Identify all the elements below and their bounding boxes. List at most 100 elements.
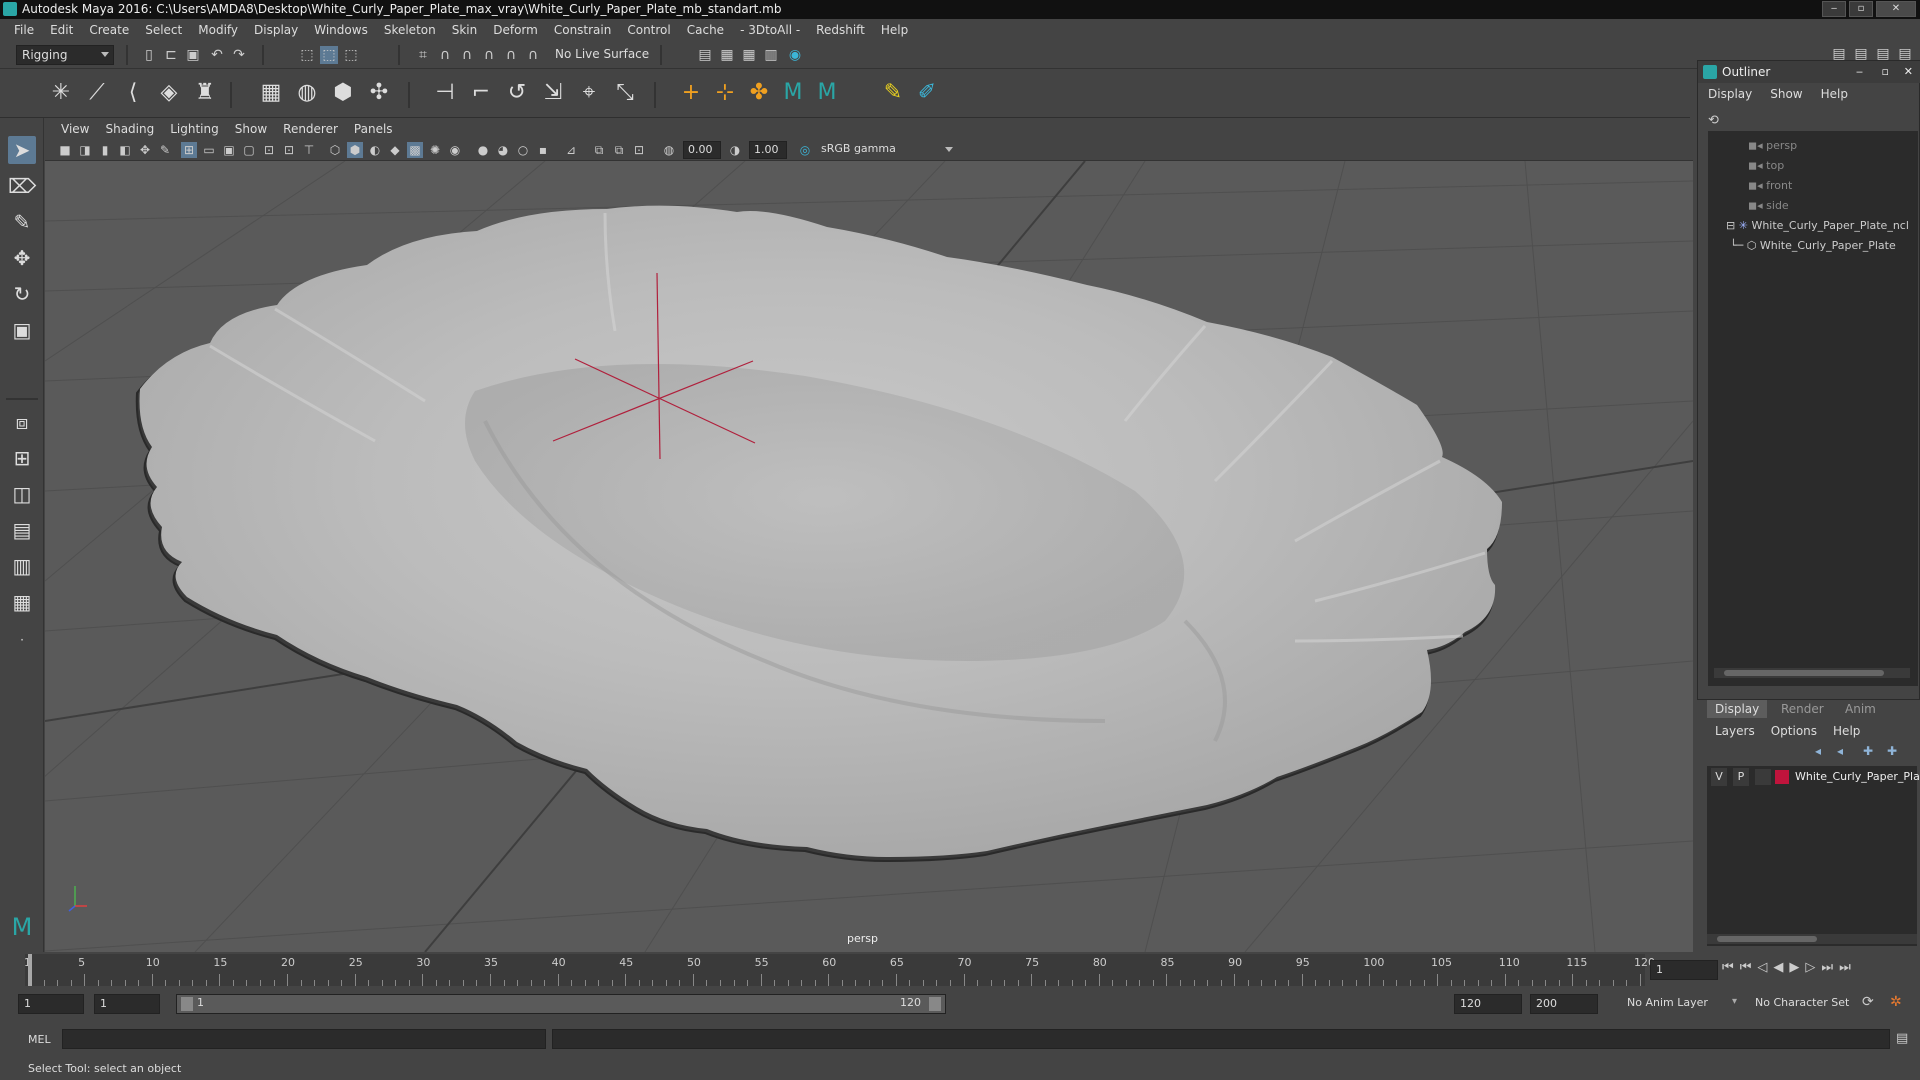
redo-icon[interactable]: ↷: [230, 46, 248, 64]
camera-attributes-icon[interactable]: ◨: [77, 142, 93, 158]
outliner-menu-help[interactable]: Help: [1821, 87, 1866, 105]
outliner-item-top[interactable]: ◼◂ top: [1748, 157, 1784, 175]
menu-redshift[interactable]: Redshift: [808, 19, 873, 41]
move-tool-icon[interactable]: ✥: [8, 244, 36, 272]
gate-mask-icon[interactable]: ▢: [241, 142, 257, 158]
safe-action-icon[interactable]: ⊡: [281, 142, 297, 158]
xray-icon[interactable]: ⊿: [563, 142, 579, 158]
joint-tool-icon[interactable]: ✳: [46, 78, 76, 108]
outliner-item-front[interactable]: ◼◂ front: [1748, 177, 1792, 195]
layer-menu-options[interactable]: Options: [1771, 724, 1817, 738]
wireframe-icon[interactable]: ⬡: [327, 142, 343, 158]
chevron-down-icon[interactable]: ▾: [1732, 996, 1737, 1007]
preferences-icon[interactable]: ✲: [1890, 994, 1902, 1010]
gamma-icon[interactable]: ◑: [727, 142, 743, 158]
snap-view-icon[interactable]: ∩: [480, 46, 498, 64]
constraint-aim-icon[interactable]: ⌖: [574, 78, 604, 108]
safe-title-icon[interactable]: ⊤: [301, 142, 317, 158]
menu-constrain[interactable]: Constrain: [546, 19, 620, 41]
menu-file[interactable]: File: [6, 19, 42, 41]
image-plane-icon[interactable]: ◧: [117, 142, 133, 158]
snap-curve-icon[interactable]: ∩: [436, 46, 454, 64]
panel-menu-show[interactable]: Show: [227, 122, 275, 136]
single-view-icon[interactable]: ⧈: [8, 408, 36, 436]
outliner-filter-icon[interactable]: ⟲: [1708, 113, 1719, 128]
command-input[interactable]: [62, 1029, 546, 1049]
select-tool-icon[interactable]: ➤: [8, 136, 36, 164]
step-forward-frame-icon[interactable]: ▷: [1805, 960, 1815, 975]
collapse-icon[interactable]: ⊟: [1726, 219, 1739, 232]
end-time-field[interactable]: 200: [1530, 994, 1598, 1014]
render-icon[interactable]: ▦: [718, 46, 736, 64]
rig-helper-icon[interactable]: ✤: [744, 78, 774, 108]
close-button[interactable]: ✕: [1904, 61, 1913, 83]
snap-surface-icon[interactable]: ∩: [502, 46, 520, 64]
panel-menu-renderer[interactable]: Renderer: [275, 122, 346, 136]
color-management-icon[interactable]: ◎: [797, 142, 813, 158]
menu-select[interactable]: Select: [137, 19, 190, 41]
outliner-item-group[interactable]: ⊟ ✳ White_Curly_Paper_Plate_ncl: [1726, 217, 1909, 235]
constraint-pole-icon[interactable]: ⤡: [610, 78, 640, 108]
time-ruler[interactable]: 1510152025303540455055606570758085909510…: [24, 954, 1655, 986]
outliner-item-mesh[interactable]: └─ ⬡ White_Curly_Paper_Plate: [1730, 237, 1896, 255]
menu-set-dropdown[interactable]: Rigging: [16, 45, 114, 65]
wrap-icon[interactable]: ⬢: [328, 78, 358, 108]
menu-3dtoall[interactable]: - 3DtoAll -: [732, 19, 808, 41]
minimize-button[interactable]: ‒: [1856, 61, 1863, 83]
render-view-icon[interactable]: ▥: [762, 46, 780, 64]
wireframe-on-shaded-icon[interactable]: ◐: [367, 142, 383, 158]
deformer-icon[interactable]: ✣: [364, 78, 394, 108]
current-frame-field[interactable]: 1: [1650, 960, 1718, 980]
open-scene-icon[interactable]: ⊏: [162, 46, 180, 64]
step-back-frame-icon[interactable]: ◁: [1757, 960, 1767, 975]
menu-help[interactable]: Help: [873, 19, 916, 41]
hypershade-icon[interactable]: ◉: [786, 46, 804, 64]
constraint-point-icon[interactable]: ⌐: [466, 78, 496, 108]
lasso-tool-icon[interactable]: ⌦: [8, 172, 36, 200]
scale-tool-icon[interactable]: ▣: [8, 316, 36, 344]
close-button[interactable]: ✕: [1876, 1, 1916, 17]
range-slider-start-handle[interactable]: [181, 997, 193, 1011]
hypershade-layout-icon[interactable]: ▦: [8, 588, 36, 616]
anim-layer-dropdown[interactable]: No Anim Layer: [1622, 994, 1746, 1014]
bookmark-icon[interactable]: ▮: [97, 142, 113, 158]
depth-of-field-icon[interactable]: ○: [515, 142, 531, 158]
lattice-icon[interactable]: ▦: [256, 78, 286, 108]
grid-toggle-icon[interactable]: ⊞: [181, 142, 197, 158]
outliner-horizontal-scrollbar[interactable]: [1714, 668, 1910, 678]
four-view-icon[interactable]: ⊞: [8, 444, 36, 472]
locator-icon[interactable]: +: [676, 78, 706, 108]
panel-menu-lighting[interactable]: Lighting: [162, 122, 227, 136]
auto-key-icon[interactable]: ⟳: [1862, 994, 1874, 1010]
film-gate-icon[interactable]: ▭: [201, 142, 217, 158]
tab-anim[interactable]: Anim: [1837, 700, 1884, 718]
view-transform-dropdown[interactable]: sRGB gamma: [817, 141, 957, 159]
layer-horizontal-scrollbar[interactable]: [1707, 934, 1917, 944]
ipr-render-icon[interactable]: ▦: [740, 46, 758, 64]
menu-create[interactable]: Create: [81, 19, 137, 41]
grease-pencil-icon[interactable]: ✎: [157, 142, 173, 158]
character-set-dropdown[interactable]: No Character Set: [1750, 994, 1870, 1014]
ik-spline-icon[interactable]: ⟨: [118, 78, 148, 108]
xray-joints-icon[interactable]: ⧉: [591, 142, 607, 158]
use-lights-icon[interactable]: ▩: [407, 142, 423, 158]
menu-windows[interactable]: Windows: [306, 19, 376, 41]
constraint-scale-icon[interactable]: ⇲: [538, 78, 568, 108]
cluster-icon[interactable]: ◍: [292, 78, 322, 108]
outliner-menu-display[interactable]: Display: [1708, 87, 1770, 105]
maximize-button[interactable]: ▫: [1849, 1, 1873, 17]
layer-menu-layers[interactable]: Layers: [1715, 724, 1755, 738]
command-language-toggle[interactable]: MEL: [28, 1033, 51, 1046]
menu-deform[interactable]: Deform: [485, 19, 546, 41]
two-view-icon[interactable]: ◫: [8, 480, 36, 508]
script-editor-icon[interactable]: ▤: [1896, 1031, 1908, 1046]
range-slider[interactable]: 1 120: [176, 994, 946, 1014]
select-hierarchy-icon[interactable]: ⬚: [298, 46, 316, 64]
maximize-button[interactable]: ▫: [1882, 61, 1889, 83]
menu-skin[interactable]: Skin: [444, 19, 486, 41]
render-settings-icon[interactable]: ▤: [696, 46, 714, 64]
playback-end-field[interactable]: 120: [1454, 994, 1522, 1014]
menu-skeleton[interactable]: Skeleton: [376, 19, 444, 41]
constraint-orient-icon[interactable]: ↺: [502, 78, 532, 108]
move-layer-up-icon[interactable]: ◂: [1815, 744, 1821, 758]
